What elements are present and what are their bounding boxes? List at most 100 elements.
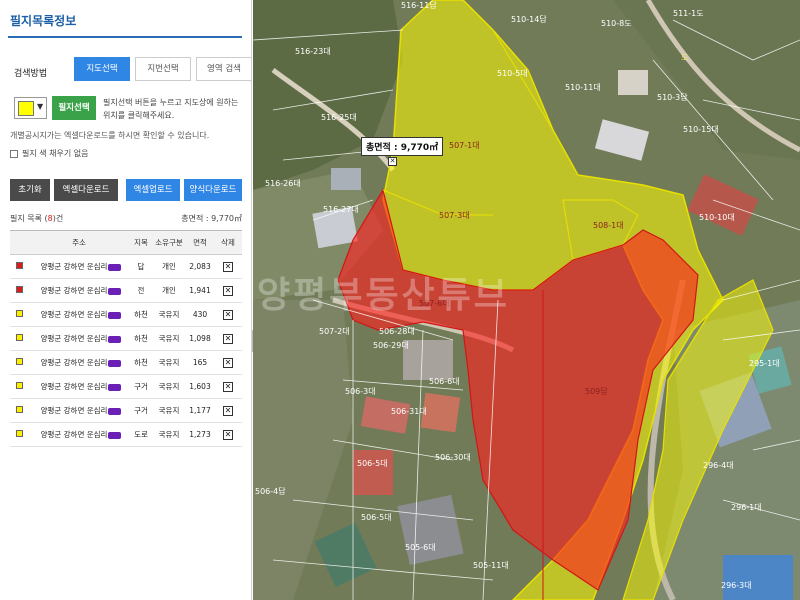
- tab-area-search[interactable]: 영역 검색: [196, 57, 252, 81]
- parcel-label: 506-30대: [435, 453, 471, 462]
- category-cell: 하천: [130, 326, 152, 351]
- delete-cell: ✕: [214, 398, 242, 423]
- address-text: 양평군 강하면 운심리: [40, 430, 108, 439]
- owner-cell: 국유지: [152, 374, 186, 399]
- owner-column-header: 소유구분: [152, 230, 186, 255]
- delete-icon[interactable]: ✕: [223, 429, 233, 440]
- excel-upload-button[interactable]: 엑셀업로드: [126, 179, 180, 201]
- parcel-label: 508-1대: [593, 221, 624, 230]
- parcel-color-swatch: [15, 382, 23, 389]
- tab-lot-number-select[interactable]: 지번선택: [135, 57, 191, 81]
- delete-cell: ✕: [214, 302, 242, 327]
- form-download-button[interactable]: 양식다운로드: [184, 179, 242, 201]
- excel-download-button[interactable]: 엑셀다운로드: [54, 179, 118, 201]
- delete-icon[interactable]: ✕: [223, 333, 233, 344]
- table-row[interactable]: 양평군 강하면 운심리 하천 국유지 1,098 ✕: [10, 326, 242, 351]
- parcel-label: 516-11답: [401, 0, 437, 10]
- parcel-label: 296-3대: [721, 581, 752, 590]
- table-row[interactable]: 양평군 강하면 운심리 하천 국유지 165 ✕: [10, 350, 242, 375]
- parcel-label: 507-2대: [319, 327, 350, 336]
- parcel-label: 509답: [585, 386, 608, 396]
- title-divider: [8, 36, 242, 38]
- row-color-cell: [10, 278, 28, 303]
- parcel-label: 506-29대: [373, 341, 409, 350]
- owner-cell: 개인: [152, 278, 186, 303]
- category-cell: 전: [130, 278, 152, 303]
- address-text: 양평군 강하면 운심리: [40, 310, 108, 319]
- delete-cell: ✕: [214, 278, 242, 303]
- no-fill-option[interactable]: 필지 색 채우기 없음: [10, 148, 89, 159]
- table-header-row: 주소 지목 소유구분 면적 삭제: [10, 230, 242, 255]
- parcel-color-swatch: [15, 310, 23, 317]
- owner-cell: 국유지: [152, 398, 186, 423]
- row-color-cell: [10, 350, 28, 375]
- tab-map-select[interactable]: 지도선택: [74, 57, 130, 81]
- delete-icon[interactable]: ✕: [223, 405, 233, 416]
- close-icon[interactable]: ✕: [388, 157, 397, 166]
- delete-cell: ✕: [214, 422, 242, 447]
- delete-icon[interactable]: ✕: [223, 357, 233, 368]
- delete-icon[interactable]: ✕: [223, 285, 233, 296]
- address-cell: 양평군 강하면 운심리: [28, 278, 130, 303]
- parcel-label: 295-1대: [749, 359, 780, 368]
- parcel-label: 506-28대: [379, 327, 415, 336]
- table-row[interactable]: 양평군 강하면 운심리 구거 국유지 1,603 ✕: [10, 374, 242, 399]
- parcel-color-picker[interactable]: ▼: [14, 97, 47, 119]
- parcel-label: 296-4대: [703, 461, 734, 470]
- parcel-label: 505-6대: [405, 543, 436, 552]
- redacted-lot-number: [108, 287, 122, 295]
- area-cell: 1,941: [186, 278, 214, 303]
- panel-title: 필지목록정보: [10, 14, 77, 28]
- row-color-cell: [10, 398, 28, 423]
- delete-icon[interactable]: ✕: [223, 261, 233, 272]
- parcel-label: 510-14답: [511, 14, 547, 24]
- address-text: 양평군 강하면 운심리: [40, 358, 108, 367]
- parcel-label: 516-26대: [265, 179, 301, 188]
- redacted-lot-number: [108, 431, 122, 439]
- redacted-lot-number: [108, 359, 122, 367]
- address-cell: 양평군 강하면 운심리: [28, 398, 130, 423]
- delete-cell: ✕: [214, 374, 242, 399]
- parcel-label: 505-11대: [473, 561, 509, 570]
- reset-button[interactable]: 초기화: [10, 179, 50, 201]
- table-row[interactable]: 양평군 강하면 운심리 전 개인 1,941 ✕: [10, 278, 242, 303]
- parcel-label: 510-8도: [601, 19, 632, 28]
- table-row[interactable]: 양평군 강하면 운심리 하천 국유지 430 ✕: [10, 302, 242, 327]
- count-prefix: 필지 목록 (: [10, 214, 48, 223]
- table-row[interactable]: 양평군 강하면 운심리 도로 국유지 1,273 ✕: [10, 422, 242, 447]
- address-cell: 양평군 강하면 운심리: [28, 254, 130, 279]
- address-text: 양평군 강하면 운심리: [40, 406, 108, 415]
- select-parcel-button[interactable]: 필지선택: [52, 96, 96, 120]
- parcel-label: 516-27대: [323, 205, 359, 214]
- no-fill-checkbox[interactable]: [10, 149, 18, 158]
- parcel-label: 506-31대: [391, 407, 427, 416]
- search-method-label: 검색방법: [14, 69, 48, 79]
- price-notice-text: 개별공시지가는 엑셀다운로드를 하시면 확인할 수 있습니다.: [10, 131, 210, 140]
- row-color-cell: [10, 254, 28, 279]
- area-cell: 165: [186, 350, 214, 375]
- parcel-label: 507-1대: [449, 141, 480, 150]
- road-label: 도: [681, 53, 688, 62]
- owner-cell: 국유지: [152, 422, 186, 447]
- parcel-label: 510-3답: [657, 92, 688, 102]
- parcel-color-swatch: [15, 334, 23, 341]
- area-cell: 1,603: [186, 374, 214, 399]
- table-row[interactable]: 양평군 강하면 운심리 구거 국유지 1,177 ✕: [10, 398, 242, 423]
- area-cell: 1,273: [186, 422, 214, 447]
- search-method-tabs: 지도선택 지번선택 영역 검색: [74, 57, 257, 81]
- delete-icon[interactable]: ✕: [223, 309, 233, 320]
- row-color-cell: [10, 302, 28, 327]
- redacted-lot-number: [108, 263, 122, 271]
- satellite-map[interactable]: 516-11답 510-14답 510-8도 511-1도 516-23대 51…: [253, 0, 800, 600]
- area-cell: 430: [186, 302, 214, 327]
- category-cell: 하천: [130, 302, 152, 327]
- owner-cell: 국유지: [152, 302, 186, 327]
- parcel-label: 516-25대: [321, 113, 357, 122]
- redacted-lot-number: [108, 407, 122, 415]
- caret-down-icon: ▼: [37, 102, 44, 111]
- delete-icon[interactable]: ✕: [223, 381, 233, 392]
- category-cell: 답: [130, 254, 152, 279]
- table-row[interactable]: 양평군 강하면 운심리 답 개인 2,083 ✕: [10, 254, 242, 279]
- address-cell: 양평군 강하면 운심리: [28, 326, 130, 351]
- owner-cell: 개인: [152, 254, 186, 279]
